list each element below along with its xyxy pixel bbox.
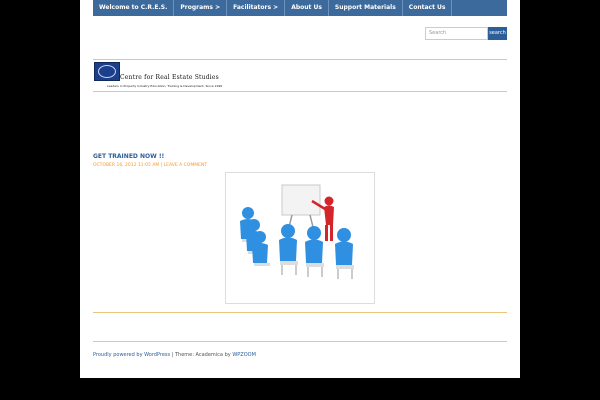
- nav-item-support-materials[interactable]: Support Materials: [329, 0, 403, 16]
- footer-separator: | Theme: Academica by: [170, 352, 233, 358]
- nav-item-programs[interactable]: Programs >: [174, 0, 228, 16]
- nav-item-facilitators[interactable]: Facilitators >: [227, 0, 286, 16]
- site-tagline: Leaders in Property Industry Education, …: [107, 84, 223, 88]
- post-meta[interactable]: OCTOBER 16, 2012 11:05 AM | LEAVE A COMM…: [93, 163, 207, 168]
- site-logo[interactable]: [94, 62, 120, 81]
- site-footer: Proudly powered by WordPress | Theme: Ac…: [93, 352, 256, 358]
- header-top-rule: [93, 59, 507, 60]
- nav-item-welcome[interactable]: Welcome to C.R.E.S.: [93, 0, 175, 16]
- footer-wordpress-link[interactable]: Proudly powered by WordPress: [93, 352, 170, 358]
- audience-figures-icon: [240, 207, 354, 279]
- site-title[interactable]: Centre for Real Estate Studies: [120, 74, 219, 81]
- header-bottom-rule: [93, 91, 507, 92]
- page-container: Welcome to C.R.E.S. Programs > Facilitat…: [80, 0, 520, 378]
- content-divider: [93, 312, 507, 313]
- training-illustration: [225, 172, 375, 304]
- nav-item-contact-us[interactable]: Contact Us: [403, 0, 453, 16]
- footer-rule: [93, 341, 507, 342]
- training-illustration-svg: [240, 184, 354, 279]
- main-navigation: Welcome to C.R.E.S. Programs > Facilitat…: [93, 0, 507, 16]
- nav-item-about-us[interactable]: About Us: [285, 0, 329, 16]
- logo-ring-icon: [98, 65, 116, 78]
- search-button[interactable]: search: [488, 27, 507, 40]
- search-input[interactable]: Search: [425, 27, 488, 40]
- post-title[interactable]: GET TRAINED NOW !!: [93, 153, 164, 160]
- footer-wpzoom-link[interactable]: WPZOOM: [232, 352, 256, 358]
